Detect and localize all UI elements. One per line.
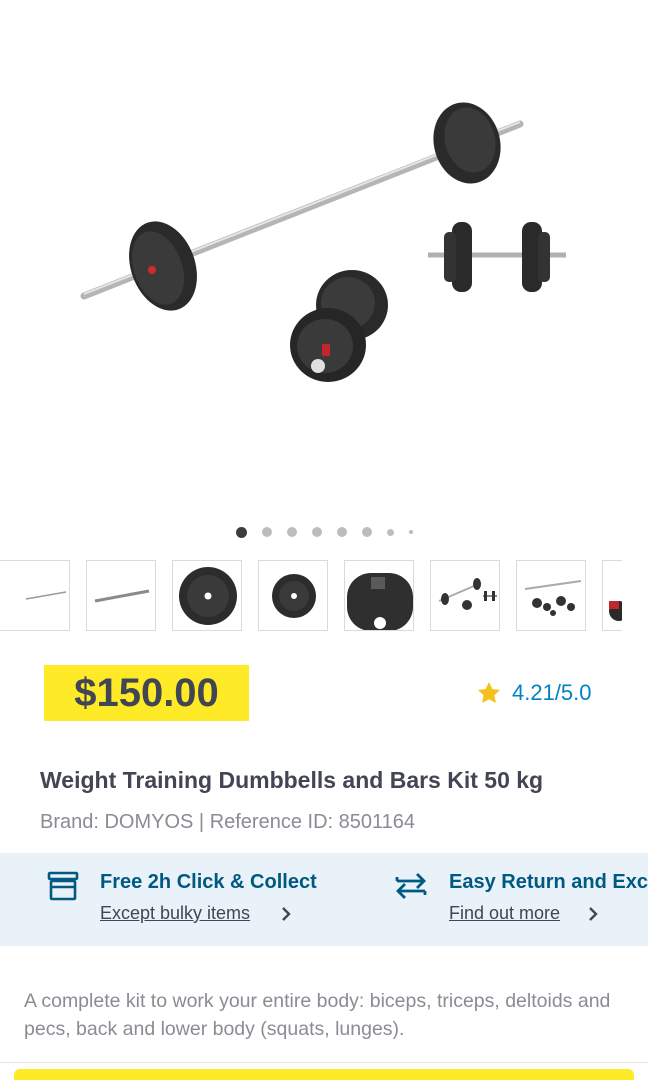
product-page: $150.00 4.21/5.0 Weight Training Dumbbel…	[0, 0, 648, 1080]
find-out-more-link[interactable]: Find out more	[449, 903, 560, 924]
product-description: A complete kit to work your entire body:…	[24, 990, 611, 1040]
product-title: Weight Training Dumbbells and Bars Kit 5…	[40, 767, 544, 793]
thumbnail-plate-detail[interactable]	[344, 560, 414, 631]
product-hero-image[interactable]	[0, 0, 648, 510]
star-icon	[477, 681, 501, 703]
add-to-cart-button[interactable]	[14, 1069, 634, 1080]
services-band: Free 2h Click & Collect Except bulky ite…	[0, 853, 648, 946]
carousel-dot[interactable]	[386, 528, 394, 536]
thumbnail-bar[interactable]	[0, 560, 70, 631]
easy-return-title: Easy Return and Exc	[449, 871, 648, 893]
rating-value: 4.21/5.0	[512, 680, 592, 705]
thumbnail-kit[interactable]	[430, 560, 500, 631]
divider	[0, 1062, 648, 1063]
barbell-kit-illustration	[80, 102, 566, 382]
brand-reference: Brand: DOMYOS | Reference ID: 8501164	[40, 811, 416, 833]
carousel-dot[interactable]	[336, 527, 347, 537]
chevron-right-icon[interactable]	[280, 906, 292, 922]
thumbnail-strip	[0, 560, 622, 632]
carousel-dot[interactable]	[235, 526, 247, 538]
return-arrows-icon	[395, 873, 427, 899]
chevron-right-icon[interactable]	[587, 906, 599, 922]
carousel-pagination	[0, 526, 648, 538]
thumbnail-kit-parts[interactable]	[516, 560, 586, 631]
click-collect-title: Free 2h Click & Collect	[100, 871, 317, 893]
rating[interactable]: 4.21/5.0	[476, 678, 592, 708]
carousel-dot[interactable]	[261, 527, 272, 537]
thumbnail-plate-small[interactable]	[258, 560, 328, 631]
thumbnail-bar-closeup[interactable]	[86, 560, 156, 631]
except-bulky-link[interactable]: Except bulky items	[100, 903, 250, 924]
thumbnail-collar[interactable]	[602, 560, 622, 631]
price-tag: $150.00	[44, 665, 249, 721]
store-icon	[47, 871, 79, 901]
carousel-dot[interactable]	[361, 527, 372, 537]
carousel-dot[interactable]	[408, 530, 413, 534]
carousel-dot[interactable]	[286, 527, 297, 537]
thumbnail-plate-large[interactable]	[172, 560, 242, 631]
carousel-dot[interactable]	[311, 527, 322, 537]
